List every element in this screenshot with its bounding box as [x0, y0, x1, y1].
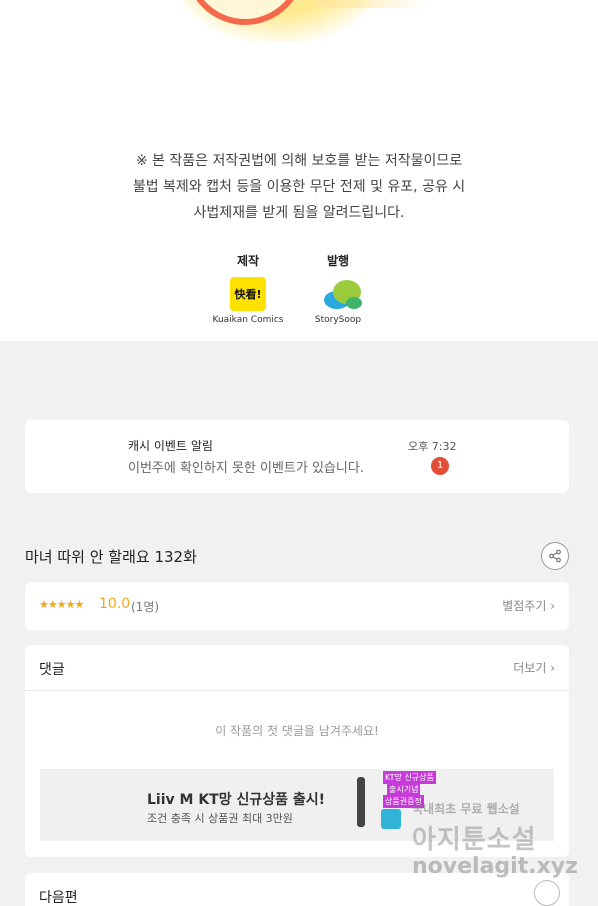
push-time: 오후 7:32 [408, 440, 457, 453]
share-icon [549, 549, 561, 563]
next-episode-label: 다음편 [39, 890, 78, 906]
more-comments-link[interactable]: 더보기 › [513, 659, 555, 676]
notice-line: ※ 본 작품은 저작권법에 의해 보호를 받는 저작물이므로 [135, 153, 463, 169]
divider [25, 690, 569, 691]
production-name: Kuaikan Comics [212, 315, 284, 325]
copyright-notice: ※ 본 작품은 저작권법에 의해 보호를 받는 저작물이므로 불법 복제와 캡처… [0, 148, 598, 226]
unread-badge: 1 [431, 457, 449, 475]
ad-illustration: KT망 신규상품 출시기념 상품권증정 [345, 769, 445, 835]
ad-banner[interactable]: Liiv M KT망 신규상품 출시! 조건 충족 시 상품권 최대 3만원 K… [40, 769, 554, 841]
storysoop-logo [320, 277, 362, 311]
share-button[interactable] [541, 542, 569, 570]
copyright-section: ※ 본 작품은 저작권법에 의해 보호를 받는 저작물이므로 불법 복제와 캡처… [0, 0, 598, 341]
gift-icon [381, 809, 401, 829]
rater-count: (1명) [131, 600, 160, 614]
empty-comment-message[interactable]: 이 작품의 첫 댓글을 남겨주세요! [25, 722, 569, 739]
notice-line: 불법 복제와 캡처 등을 이용한 무단 전제 및 유포, 공유 시 [132, 179, 466, 195]
rating-bar: ★★★★★ 10.0 (1명) 별점주기 › [25, 582, 569, 630]
push-title: 캐시 이벤트 알림 [128, 439, 213, 453]
ad-tag: 상품권증정 [383, 795, 424, 808]
illustration-ribbon [310, 0, 430, 8]
production-label: 제작 [236, 254, 260, 268]
push-message: 이번주에 확인하지 못한 이벤트가 있습니다. [128, 461, 364, 476]
rating-stars: ★★★★★ [39, 598, 84, 611]
episode-title: 마녀 따위 안 할래요 132화 [25, 548, 197, 566]
production-credit: 제작 快看! Kuaikan Comics [203, 252, 293, 325]
comment-heading: 댓글 [39, 662, 65, 678]
rate-button[interactable]: 별점주기 › [502, 597, 555, 614]
rating-score: 10.0 [99, 596, 131, 612]
kuaikan-logo: 快看! [230, 277, 266, 311]
publisher-credit: 발행 StorySoop [293, 252, 383, 325]
phone-icon [357, 777, 365, 827]
ad-title: Liiv M KT망 신규상품 출시! [147, 792, 326, 808]
publisher-name: StorySoop [314, 315, 362, 325]
notice-line: 사법제재를 받게 됨을 알려드립니다. [193, 205, 405, 221]
comment-section: 댓글 더보기 › 이 작품의 첫 댓글을 남겨주세요! Liiv M KT망 신… [25, 645, 569, 857]
ad-subtitle: 조건 충족 시 상품권 최대 3만원 [147, 812, 293, 825]
push-notification-card[interactable]: 캐시 이벤트 알림 이번주에 확인하지 못한 이벤트가 있습니다. 오후 7:3… [25, 420, 569, 493]
next-episode-card[interactable]: 다음편 [25, 873, 569, 906]
publisher-label: 발행 [326, 254, 350, 268]
bell-icon[interactable] [534, 880, 560, 906]
